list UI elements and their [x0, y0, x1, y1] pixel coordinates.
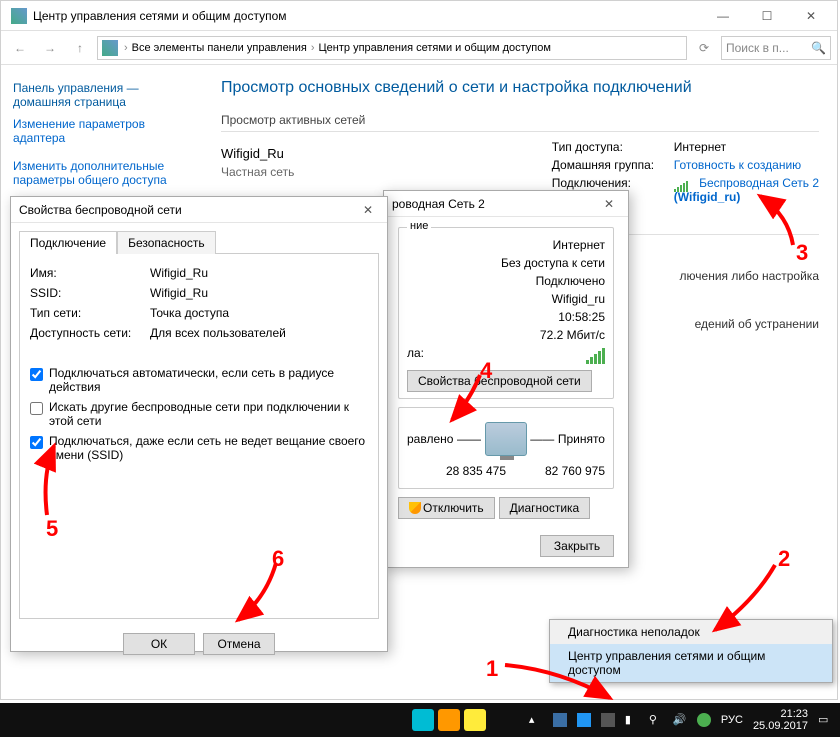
breadcrumb-icon — [102, 40, 118, 56]
checkbox-auto-connect[interactable]: Подключаться автоматически, если сеть в … — [30, 366, 368, 394]
tray-context-menu: Диагностика неполадок Центр управления с… — [549, 619, 833, 683]
search-input[interactable]: Поиск в п... 🔍 — [721, 36, 831, 60]
checkbox-find-other[interactable]: Искать другие беспроводные сети при подк… — [30, 400, 368, 428]
refresh-button[interactable]: ⟳ — [691, 35, 717, 61]
navbar: ← → ↑ › Все элементы панели управления ›… — [1, 31, 837, 65]
breadcrumb-part[interactable]: Все элементы панели управления — [132, 42, 307, 54]
taskbar-app-icon[interactable] — [412, 709, 434, 731]
close-button[interactable]: Закрыть — [540, 535, 614, 557]
tray-icon[interactable] — [697, 713, 711, 727]
connection-status-dialog: роводная Сеть 2 ✕ ние Интернет Без досту… — [383, 190, 629, 568]
signal-bars-icon — [586, 346, 605, 364]
minimize-button[interactable]: — — [701, 2, 745, 30]
volume-icon[interactable]: 🔊 — [673, 713, 687, 727]
disable-button[interactable]: Отключить — [398, 497, 495, 519]
sidebar-link-sharing-settings[interactable]: Изменить дополнительные параметры общего… — [13, 159, 199, 187]
taskbar: ▴ ▮ ⚲ 🔊 РУС 21:23 25.09.2017 ▭ — [0, 703, 840, 737]
network-type: Частная сеть — [221, 165, 294, 179]
tray-up-icon[interactable]: ▴ — [529, 713, 543, 727]
notification-icon[interactable]: ▭ — [818, 713, 832, 727]
tray-icon[interactable] — [601, 713, 615, 727]
page-heading: Просмотр основных сведений о сети и наст… — [221, 79, 819, 97]
up-button[interactable]: ↑ — [67, 35, 93, 61]
sidebar-link-adapter-settings[interactable]: Изменение параметров адаптера — [13, 117, 199, 145]
breadcrumb-part[interactable]: Центр управления сетями и общим доступом — [319, 42, 551, 54]
cancel-button[interactable]: Отмена — [203, 633, 275, 655]
dialog-titlebar: роводная Сеть 2 ✕ — [384, 191, 628, 217]
sidebar-heading[interactable]: Панель управления — домашняя страница — [13, 81, 199, 109]
shield-icon — [409, 502, 421, 514]
network-tray-icon[interactable]: ⚲ — [649, 713, 663, 727]
close-icon[interactable]: ✕ — [357, 203, 379, 217]
tab-connection[interactable]: Подключение — [19, 231, 117, 254]
close-icon[interactable]: ✕ — [598, 197, 620, 211]
checkbox-hidden-ssid[interactable]: Подключаться, даже если сеть не ведет ве… — [30, 434, 368, 462]
titlebar: Центр управления сетями и общим доступом… — [1, 1, 837, 31]
taskbar-app-icon[interactable] — [438, 709, 460, 731]
breadcrumb[interactable]: › Все элементы панели управления › Центр… — [97, 36, 687, 60]
app-icon — [11, 8, 27, 24]
active-networks-label: Просмотр активных сетей — [221, 113, 819, 127]
dialog-titlebar: Свойства беспроводной сети ✕ — [11, 197, 387, 223]
system-tray: ▴ ▮ ⚲ 🔊 РУС 21:23 25.09.2017 ▭ — [529, 708, 840, 732]
language-indicator[interactable]: РУС — [721, 714, 743, 726]
clock[interactable]: 21:23 25.09.2017 — [753, 708, 808, 732]
menu-network-center[interactable]: Центр управления сетями и общим доступом — [550, 644, 832, 682]
battery-icon[interactable]: ▮ — [625, 713, 639, 727]
signal-icon — [674, 178, 692, 190]
homegroup-link[interactable]: Готовность к созданию — [674, 158, 801, 172]
ok-button[interactable]: ОК — [123, 633, 195, 655]
wireless-properties-button[interactable]: Свойства беспроводной сети — [407, 370, 592, 392]
search-icon: 🔍 — [811, 41, 826, 55]
wireless-properties-dialog: Свойства беспроводной сети ✕ Подключение… — [10, 196, 388, 652]
forward-button[interactable]: → — [37, 35, 63, 61]
network-name: Wifigid_Ru — [221, 146, 294, 161]
bluetooth-icon[interactable] — [577, 713, 591, 727]
connection-link[interactable]: Беспроводная Сеть 2 (Wifigid_ru) — [674, 176, 819, 204]
menu-diagnose[interactable]: Диагностика неполадок — [550, 620, 832, 644]
monitor-icon — [485, 422, 527, 456]
tab-security[interactable]: Безопасность — [117, 231, 216, 254]
maximize-button[interactable]: ☐ — [745, 2, 789, 30]
diagnose-button[interactable]: Диагностика — [499, 497, 591, 519]
back-button[interactable]: ← — [7, 35, 33, 61]
window-title: Центр управления сетями и общим доступом — [33, 9, 701, 23]
close-button[interactable]: ✕ — [789, 2, 833, 30]
taskbar-app-icon[interactable] — [464, 709, 486, 731]
tray-icon[interactable] — [553, 713, 567, 727]
